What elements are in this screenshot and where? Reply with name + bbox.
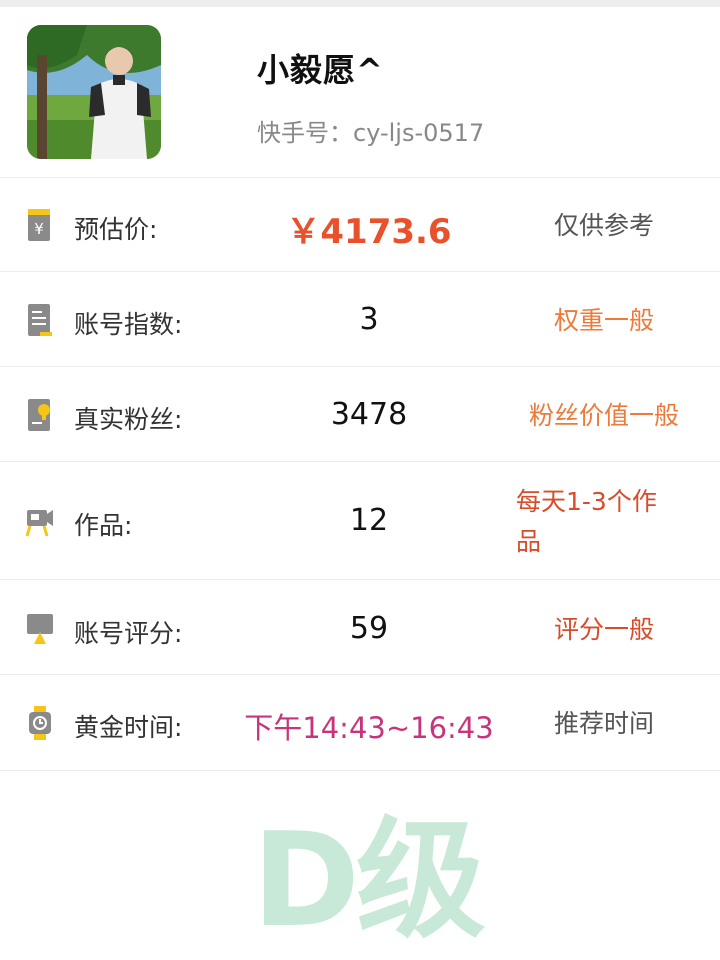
row-label: 账号指数:	[74, 310, 183, 339]
row-real-fans: 真实粉丝: 3478 粉丝价值一般	[0, 366, 720, 462]
document-icon	[26, 303, 54, 337]
video-camera-icon	[25, 504, 54, 538]
row-account-index: 账号指数: 3 权重一般	[0, 271, 720, 367]
row-note: 粉丝价值一般	[528, 401, 679, 430]
row-label: 真实粉丝:	[74, 405, 183, 434]
estimated-price-value: ￥4173.6	[286, 212, 452, 252]
golden-time-value: 下午14:43~16:43	[244, 711, 494, 745]
row-golden-time: 黄金时间: 下午14:43~16:43 推荐时间	[0, 674, 720, 771]
avatar[interactable]	[27, 25, 161, 159]
row-note: 每天1-3个作品	[516, 487, 657, 556]
account-id: 快手号：cy-ljs-0517	[257, 119, 485, 147]
row-note: 仅供参考	[553, 211, 654, 240]
monitor-icon	[26, 612, 54, 646]
account-grade: D级	[252, 804, 486, 956]
row-works: 作品: 12 每天1-3个作品	[0, 461, 720, 580]
profile-header: 小毅愿^ 快手号：cy-ljs-0517	[0, 7, 720, 177]
row-account-score: 账号评分: 59 评分一般	[0, 579, 720, 675]
top-divider	[0, 0, 720, 7]
real-fans-value: 3478	[330, 397, 408, 432]
row-note: 评分一般	[553, 615, 654, 644]
row-note: 权重一般	[553, 306, 654, 335]
price-tag-icon: ¥	[26, 208, 54, 242]
fan-badge-icon	[26, 398, 54, 432]
row-label: 作品:	[74, 511, 133, 540]
works-value: 12	[349, 503, 389, 538]
nickname: 小毅愿^	[257, 51, 384, 89]
row-estimated-price: ¥ 预估价: ￥4173.6 仅供参考	[0, 177, 720, 272]
row-note: 推荐时间	[553, 709, 654, 738]
row-label: 预估价:	[74, 215, 158, 244]
account-index-value: 3	[359, 302, 379, 337]
watch-icon	[26, 706, 54, 740]
account-score-value: 59	[349, 611, 389, 646]
row-label: 黄金时间:	[74, 713, 183, 742]
row-label: 账号评分:	[74, 619, 183, 648]
svg-text:¥: ¥	[34, 220, 44, 238]
